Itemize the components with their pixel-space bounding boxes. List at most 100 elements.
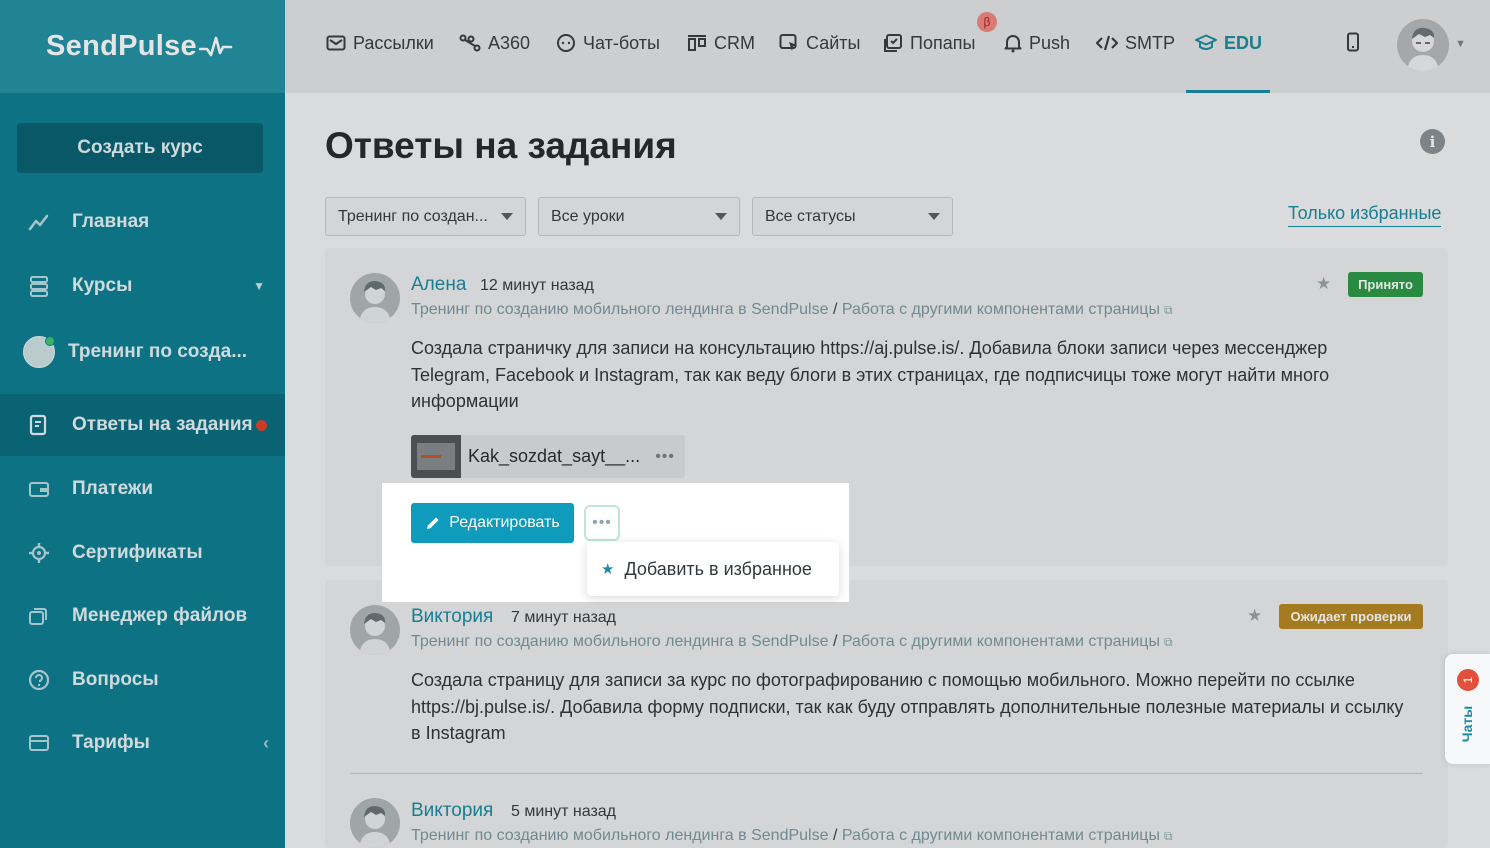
tab-chatbots[interactable]: Чат-боты [556, 30, 660, 56]
tab-popups[interactable]: Попапы [883, 30, 975, 56]
answer-time: 7 минут назад [511, 609, 617, 626]
sidebar-item-label: Сертификаты [72, 542, 203, 563]
chats-label: Чаты [1459, 705, 1475, 743]
course-link[interactable]: Тренинг по созданию мобильного лендинга … [411, 827, 828, 844]
beta-badge: β [977, 12, 997, 32]
sidebar-item-home[interactable]: Главная [0, 191, 285, 253]
lesson-link[interactable]: Работа с другими компонентами страницы [842, 633, 1160, 650]
answer-author[interactable]: Виктория [411, 800, 493, 822]
wallet-card-icon [27, 731, 51, 755]
lesson-link[interactable]: Работа с другими компонентами страницы [842, 827, 1160, 844]
status-badge: Принято [1348, 272, 1423, 297]
tab-crm[interactable]: CRM [687, 30, 755, 56]
create-course-button[interactable]: Создать курс [17, 123, 263, 173]
external-link-icon[interactable]: ⧉ [1164, 303, 1173, 317]
user-avatar[interactable] [1397, 19, 1449, 71]
course-avatar [23, 336, 55, 368]
answer-text: Создала страничку для записи на консульт… [411, 338, 1330, 411]
answer-time: 12 минут назад [480, 277, 594, 294]
external-link-icon[interactable]: ⧉ [1164, 829, 1173, 843]
sidebar-item-label: Тарифы [72, 732, 150, 753]
page-title: Ответы на задания [325, 125, 677, 166]
sidebar-item-label: Менеджер файлов [72, 605, 248, 626]
favorite-star-icon[interactable]: ★ [1316, 274, 1331, 294]
lesson-link[interactable]: Работа с другими компонентами страницы [842, 301, 1160, 318]
sidebar-item-certificates[interactable]: Сертификаты [0, 522, 285, 584]
wallet-icon [27, 477, 51, 501]
select-value: Все уроки [551, 207, 625, 225]
more-dots-icon[interactable]: ••• [655, 448, 675, 466]
answer-path: Тренинг по созданию мобильного лендинга … [411, 301, 1173, 319]
more-actions-button[interactable]: ••• [584, 505, 620, 541]
chevron-down-icon[interactable]: ▼ [1455, 38, 1466, 50]
answer-text: Создала страницу для записи за курс по ф… [411, 670, 1404, 743]
status-filter-select[interactable]: Все статусы [752, 197, 953, 236]
sidebar-item-questions[interactable]: Вопросы [0, 649, 285, 711]
flow-icon [459, 34, 481, 52]
sidebar-item-tariffs[interactable]: Тарифы ‹ [0, 712, 285, 774]
sidebar-item-label: Вопросы [72, 669, 159, 690]
tab-edu[interactable]: EDU [1195, 30, 1262, 56]
tab-label: Рассылки [353, 32, 434, 53]
tab-a360[interactable]: A360 [459, 30, 530, 56]
course-link[interactable]: Тренинг по созданию мобильного лендинга … [411, 633, 828, 650]
files-icon [27, 604, 51, 628]
tab-label: EDU [1224, 32, 1263, 53]
path-separator: / [832, 827, 838, 844]
sidebar-item-answers[interactable]: Ответы на задания [0, 394, 285, 456]
popup-window-icon [883, 33, 903, 53]
select-value: Тренинг по создан... [338, 207, 488, 225]
favorite-star-icon[interactable]: ★ [1247, 606, 1262, 626]
online-status-dot [45, 336, 55, 346]
top-navigation: Рассылки A360 Чат-боты CRM Сайты Попапы … [285, 0, 1490, 93]
edit-button[interactable]: Редактировать [411, 503, 574, 543]
mobile-phone-icon[interactable] [1346, 32, 1360, 57]
tab-label: Сайты [806, 32, 861, 53]
pencil-icon [425, 515, 441, 531]
tab-campaigns[interactable]: Рассылки [326, 30, 434, 56]
chats-tab[interactable]: 1 Чаты [1445, 654, 1490, 764]
lesson-filter-select[interactable]: Все уроки [538, 197, 740, 236]
caret-down-icon [501, 213, 513, 220]
student-avatar [350, 273, 400, 323]
caret-down-icon [928, 213, 940, 220]
sidebar-item-file-manager[interactable]: Менеджер файлов [0, 585, 285, 647]
path-separator: / [832, 301, 838, 318]
notification-dot [255, 419, 267, 431]
attachment-filename: Kak_sozdat_sayt__... [468, 446, 641, 466]
active-tab-indicator [1186, 90, 1270, 93]
path-separator: / [832, 633, 838, 650]
sendpulse-logo[interactable]: SendPulse [46, 30, 233, 63]
course-filter-select[interactable]: Тренинг по создан... [325, 197, 526, 236]
status-badge: Ожидает проверки [1279, 604, 1423, 629]
answer-author[interactable]: Алена [411, 274, 466, 296]
tab-push[interactable]: Push [1004, 30, 1070, 56]
answer-path: Тренинг по созданию мобильного лендинга … [411, 633, 1173, 651]
envelope-icon [326, 35, 346, 51]
info-icon[interactable]: i [1420, 129, 1445, 154]
tab-smtp[interactable]: SMTP [1096, 30, 1175, 56]
tab-label: Чат-боты [583, 32, 660, 53]
attachment-thumbnail [411, 435, 461, 478]
answer-author[interactable]: Виктория [411, 606, 493, 628]
external-link-icon[interactable]: ⧉ [1164, 635, 1173, 649]
tab-label: Попапы [910, 32, 976, 53]
sidebar-item-label: Ответы на задания [72, 414, 253, 435]
sidebar-item-label: Курсы [72, 275, 133, 296]
site-cursor-icon [779, 33, 799, 53]
student-avatar [350, 605, 400, 655]
tab-sites[interactable]: Сайты [779, 30, 860, 56]
chevron-down-icon: ▼ [253, 279, 265, 293]
courses-stack-icon [27, 274, 51, 298]
tab-label: CRM [714, 32, 755, 53]
student-avatar [350, 798, 400, 848]
collapse-sidebar-icon[interactable]: ‹ [263, 733, 269, 754]
add-to-favorites-item[interactable]: Добавить в избранное [624, 559, 811, 580]
attachment-file[interactable]: Kak_sozdat_sayt__... ••• [411, 435, 685, 478]
sidebar-item-course-training[interactable]: Тренинг по созда... [0, 321, 285, 383]
graduation-cap-icon [1195, 34, 1217, 52]
sidebar-item-courses[interactable]: Курсы ▼ [0, 255, 285, 317]
favorites-only-link[interactable]: Только избранные [1288, 203, 1442, 227]
course-link[interactable]: Тренинг по созданию мобильного лендинга … [411, 301, 828, 318]
sidebar-item-payments[interactable]: Платежи [0, 458, 285, 520]
